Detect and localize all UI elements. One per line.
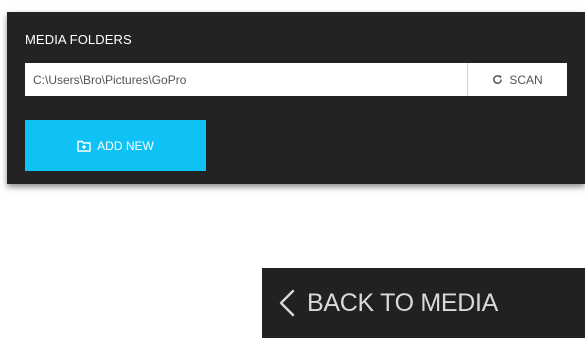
folder-path-row: SCAN — [25, 63, 567, 96]
scan-label: SCAN — [509, 72, 543, 87]
back-to-media-button[interactable]: BACK TO MEDIA — [262, 268, 585, 338]
media-folders-panel: MEDIA FOLDERS SCAN ADD NEW — [7, 12, 585, 184]
refresh-icon — [492, 74, 503, 85]
folder-plus-icon — [77, 140, 91, 152]
add-new-button[interactable]: ADD NEW — [25, 120, 206, 171]
scan-button[interactable]: SCAN — [467, 63, 567, 96]
folder-path-input[interactable] — [25, 63, 467, 96]
add-new-label: ADD NEW — [97, 138, 154, 153]
back-to-media-label: BACK TO MEDIA — [307, 288, 499, 317]
panel-title: MEDIA FOLDERS — [25, 32, 132, 47]
chevron-left-icon — [262, 289, 307, 317]
